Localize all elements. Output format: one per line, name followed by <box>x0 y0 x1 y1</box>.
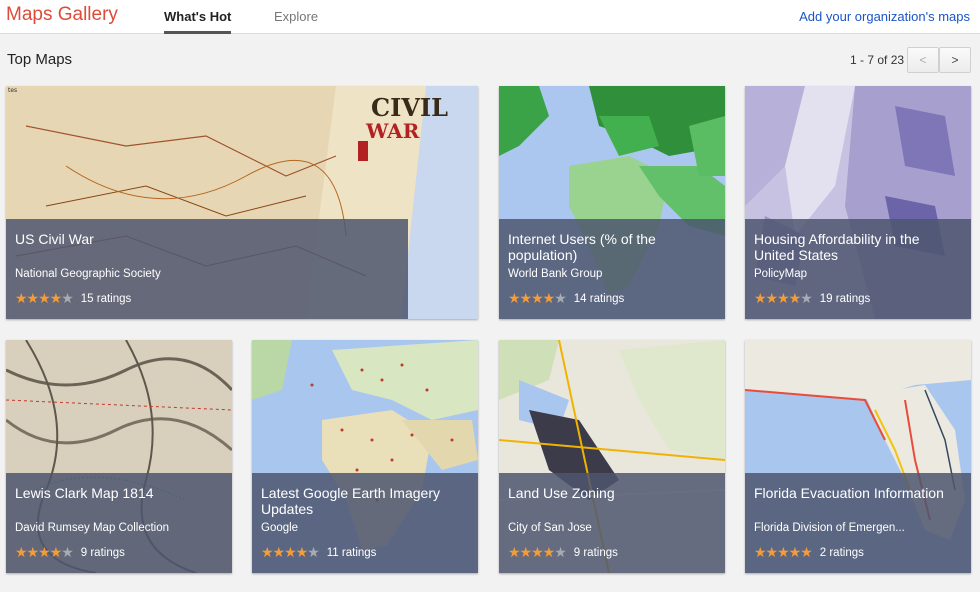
card-publisher: Florida Division of Emergen... <box>754 522 905 534</box>
top-bar: Maps Gallery What's Hot Explore Add your… <box>0 0 980 34</box>
app-title[interactable]: Maps Gallery <box>6 4 118 26</box>
card-ratings-count: 11 ratings <box>326 546 377 559</box>
star-rating-icon: ★★★★★ <box>754 290 813 306</box>
card-publisher: Google <box>261 522 299 534</box>
card-info: Lewis Clark Map 1814 David Rumsey Map Co… <box>6 473 232 573</box>
pager-next-button[interactable]: > <box>939 47 971 73</box>
star-rating-icon: ★★★★★ <box>15 290 74 306</box>
star-rating-icon: ★★★★★ <box>508 290 567 306</box>
card-ratings-count: 14 ratings <box>573 292 625 305</box>
svg-text:tes: tes <box>8 87 17 94</box>
map-card-housing-affordability[interactable]: Housing Affordability in the United Stat… <box>745 86 971 319</box>
card-rating: ★★★★★ 2 ratings <box>754 544 864 561</box>
card-info: Land Use Zoning City of San Jose ★★★★★ 9… <box>499 473 725 573</box>
card-publisher: World Bank Group <box>508 268 603 280</box>
svg-text:WAR: WAR <box>365 119 420 143</box>
star-rating-icon: ★★★★★ <box>754 544 813 560</box>
card-rating: ★★★★★ 9 ratings <box>15 544 125 561</box>
card-info: Florida Evacuation Information Florida D… <box>745 473 971 573</box>
star-rating-icon: ★★★★★ <box>261 544 320 560</box>
map-card-internet-users[interactable]: Internet Users (% of the population) Wor… <box>499 86 725 319</box>
card-title[interactable]: Land Use Zoning <box>508 485 716 519</box>
card-rating: ★★★★★ 14 ratings <box>508 290 624 307</box>
card-rating: ★★★★★ 9 ratings <box>508 544 618 561</box>
card-info: Housing Affordability in the United Stat… <box>745 219 971 319</box>
map-card-land-use-zoning[interactable]: Land Use Zoning City of San Jose ★★★★★ 9… <box>499 340 725 573</box>
map-card-google-earth-imagery[interactable]: Latest Google Earth Imagery Updates Goog… <box>252 340 478 573</box>
card-publisher: PolicyMap <box>754 268 808 280</box>
card-publisher: National Geographic Society <box>15 268 161 280</box>
card-publisher: City of San Jose <box>508 522 592 534</box>
svg-text:CIVIL: CIVIL <box>371 93 448 122</box>
card-title[interactable]: Internet Users (% of the population) <box>508 231 716 265</box>
card-title[interactable]: Latest Google Earth Imagery Updates <box>261 485 469 519</box>
star-rating-icon: ★★★★★ <box>15 544 74 560</box>
card-ratings-count: 9 ratings <box>573 546 618 559</box>
card-ratings-count: 15 ratings <box>80 292 132 305</box>
card-publisher: David Rumsey Map Collection <box>15 522 170 534</box>
card-rating: ★★★★★ 19 ratings <box>754 290 870 307</box>
tab-explore[interactable]: Explore <box>274 9 318 34</box>
card-info: Internet Users (% of the population) Wor… <box>499 219 725 319</box>
card-ratings-count: 19 ratings <box>819 292 871 305</box>
tab-whats-hot[interactable]: What's Hot <box>164 9 232 34</box>
card-title[interactable]: Florida Evacuation Information <box>754 485 962 519</box>
pager-prev-button[interactable]: < <box>907 47 939 73</box>
card-title[interactable]: US Civil War <box>15 231 399 265</box>
card-title[interactable]: Lewis Clark Map 1814 <box>15 485 223 519</box>
card-info: US Civil War National Geographic Society… <box>6 219 408 319</box>
card-info: Latest Google Earth Imagery Updates Goog… <box>252 473 478 573</box>
card-rating: ★★★★★ 15 ratings <box>15 290 131 307</box>
card-title[interactable]: Housing Affordability in the United Stat… <box>754 231 962 265</box>
pager-range: 1 - 7 of 23 <box>850 53 905 67</box>
section-title: Top Maps <box>7 51 73 68</box>
star-rating-icon: ★★★★★ <box>508 544 567 560</box>
map-card-lewis-clark[interactable]: Lewis Clark Map 1814 David Rumsey Map Co… <box>6 340 232 573</box>
card-ratings-count: 2 ratings <box>819 546 864 559</box>
add-organization-maps-link[interactable]: Add your organization's maps <box>799 9 970 24</box>
card-ratings-count: 9 ratings <box>80 546 125 559</box>
card-rating: ★★★★★ 11 ratings <box>261 544 376 561</box>
map-card-florida-evacuation[interactable]: Florida Evacuation Information Florida D… <box>745 340 971 573</box>
map-card-us-civil-war[interactable]: CIVIL WAR tes US Civil War National Geog… <box>6 86 478 319</box>
